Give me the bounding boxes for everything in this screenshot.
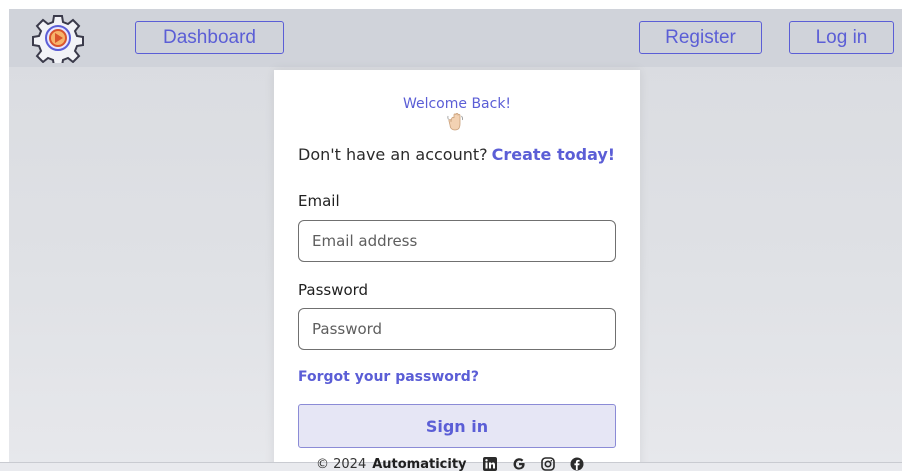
footer-content: © 2024 Automaticity [316,457,584,471]
gear-play-icon[interactable] [32,13,84,67]
no-account-text: Don't have an account? [298,145,488,164]
welcome-heading: Welcome Back! [402,96,512,112]
login-button[interactable]: Log in [789,21,894,54]
linkedin-icon[interactable] [482,457,497,471]
create-account-link[interactable]: Create today! [492,145,615,164]
top-navbar: Dashboard Register Log in [9,9,902,67]
google-icon[interactable] [512,457,526,471]
waving-hand-icon [446,112,466,132]
dashboard-button[interactable]: Dashboard [135,21,284,54]
email-label: Email [298,192,340,210]
password-label: Password [298,281,369,299]
instagram-icon[interactable] [540,457,555,471]
password-input[interactable] [298,308,616,350]
facebook-icon[interactable] [570,457,584,471]
forgot-password-link[interactable]: Forgot your password? [298,369,479,385]
footer-brand: Automaticity [372,456,467,471]
footer: © 2024 Automaticity [0,457,902,471]
register-button[interactable]: Register [639,21,762,54]
app-frame: Dashboard Register Log in Welcome Back! … [9,9,902,471]
signup-prompt: Don't have an account? Create today! [298,145,615,164]
login-card: Welcome Back! Don't have an account? Crea… [274,70,640,471]
sign-in-button[interactable]: Sign in [298,404,616,448]
social-links [482,457,584,471]
copyright-text: © 2024 [316,456,367,471]
email-input[interactable] [298,220,616,262]
